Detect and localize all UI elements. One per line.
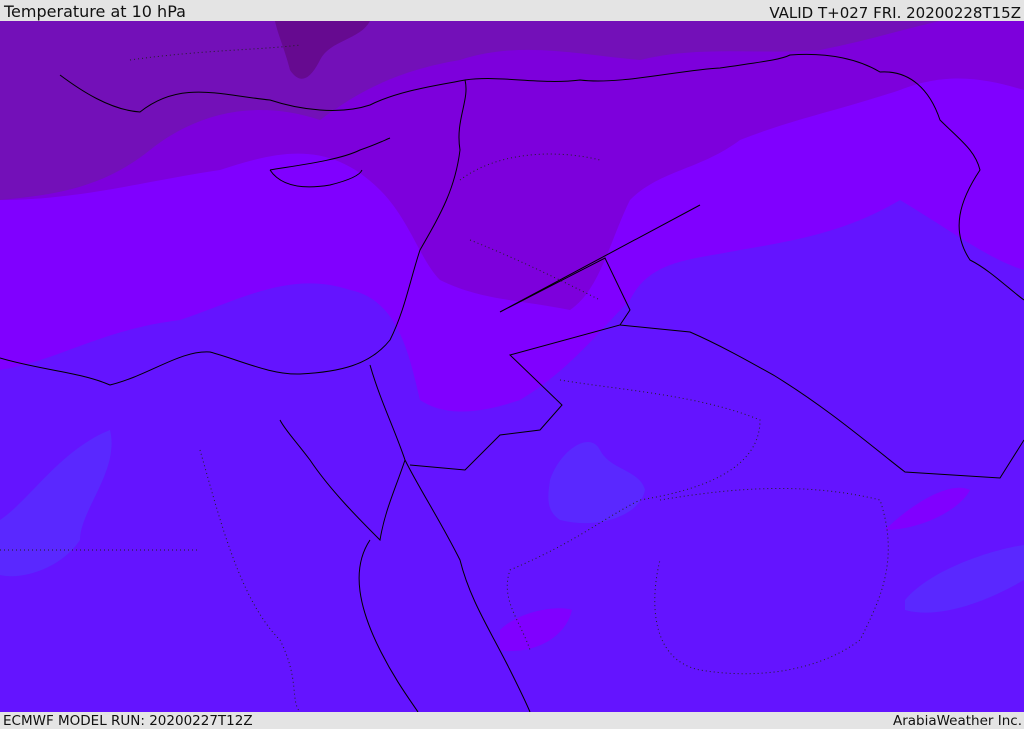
- footer-bar: ECMWF MODEL RUN: 20200227T12Z ArabiaWeat…: [0, 712, 1024, 729]
- valid-time: VALID T+027 FRI. 20200228T15Z: [769, 4, 1021, 22]
- brand-credit: ArabiaWeather Inc.: [892, 713, 1022, 729]
- header-bar: Temperature at 10 hPa VALID T+027 FRI. 2…: [0, 0, 1024, 21]
- model-run: ECMWF MODEL RUN: 20200227T12Z: [3, 713, 253, 729]
- map-title: Temperature at 10 hPa: [4, 2, 186, 21]
- temperature-map: [0, 21, 1024, 712]
